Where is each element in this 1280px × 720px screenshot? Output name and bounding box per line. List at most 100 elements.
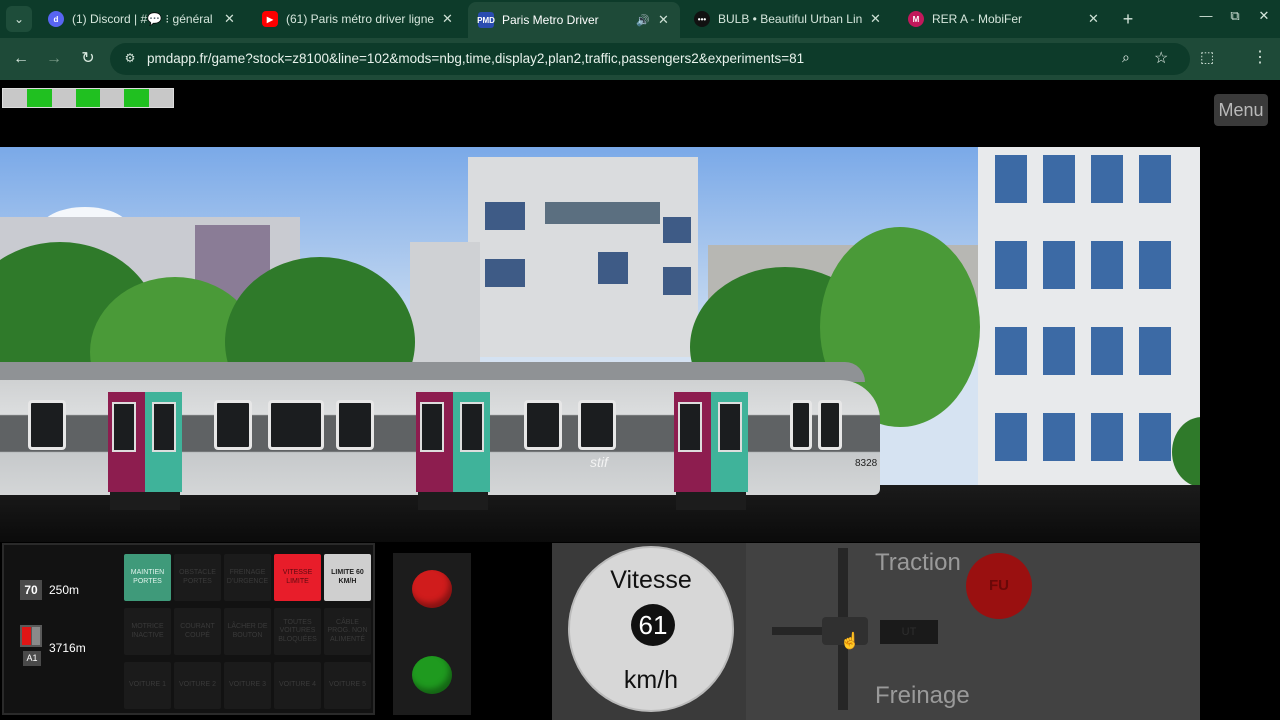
indicator-2[interactable]: OBSTACLE PORTES <box>174 554 221 601</box>
browser-toolbar: ← → ↻ ⚙ pmdapp.fr/game?stock=z8100&line=… <box>0 38 1280 80</box>
train-window <box>268 400 324 450</box>
bogie <box>418 492 488 510</box>
cab-window <box>790 400 812 450</box>
tab-title: BULB • Beautiful Urban Line B <box>718 12 862 26</box>
tab-search-icon[interactable]: ⌄ <box>6 6 32 32</box>
restore-icon[interactable]: ⧉ <box>1224 8 1246 24</box>
tab-youtube[interactable]: ▶ (61) Paris métro driver ligne 5 ✕ <box>252 4 464 34</box>
building-window <box>598 252 628 284</box>
indicator-12[interactable]: VOITURE 2 <box>174 662 221 709</box>
train-window <box>578 400 616 450</box>
indicator-4[interactable]: VITESSE LIMITE <box>274 554 321 601</box>
menu-button[interactable]: Menu <box>1214 94 1268 126</box>
train-window <box>28 400 66 450</box>
speed-limit-distance: 250m <box>49 583 80 597</box>
tab-rer-a[interactable]: M RER A - MobiFer ✕ <box>898 4 1110 34</box>
close-doors-button[interactable] <box>412 570 452 608</box>
office-window <box>1043 241 1075 289</box>
discord-icon: d <box>48 11 64 27</box>
extensions-icon[interactable]: ⬚ <box>1200 48 1214 66</box>
progress-segment <box>3 89 28 107</box>
indicator-5[interactable]: LIMITE 60 KM/H <box>324 554 371 601</box>
building-window <box>485 202 525 230</box>
office-window <box>1139 155 1171 203</box>
train-window <box>524 400 562 450</box>
open-doors-button[interactable] <box>412 656 452 694</box>
indicator-13[interactable]: VOITURE 3 <box>224 662 271 709</box>
indicator-14[interactable]: VOITURE 4 <box>274 662 321 709</box>
tab-title: (1) Discord | #💬 ⁝ général | <box>72 12 216 26</box>
indicator-1[interactable]: MAINTIEN PORTES <box>124 554 171 601</box>
indicator-10[interactable]: CÂBLE PROG. NON ALIMENTÉ <box>324 608 371 655</box>
site-settings-icon[interactable]: ⚙ <box>122 51 138 67</box>
mobifer-icon: M <box>908 11 924 27</box>
zoom-icon[interactable]: ⌕ <box>1122 49 1130 66</box>
train-window <box>214 400 252 450</box>
office-window <box>1139 327 1171 375</box>
progress-segment <box>27 89 52 107</box>
train-roof <box>0 362 865 382</box>
driver-info-panel: 70 250m A1 3716m MAINTIEN PORTES OBSTACLE… <box>2 543 375 715</box>
building-balcony <box>545 202 660 224</box>
youtube-icon: ▶ <box>262 11 278 27</box>
indicator-6[interactable]: MOTRICE INACTIVE <box>124 608 171 655</box>
close-icon[interactable]: ✕ <box>658 12 670 28</box>
building-window <box>485 259 525 287</box>
building-window <box>663 267 691 295</box>
line-progress-bar <box>2 88 174 108</box>
speaker-icon[interactable]: 🔊 <box>636 14 650 27</box>
office-window <box>995 413 1027 461</box>
address-bar[interactable]: ⚙ pmdapp.fr/game?stock=z8100&line=102&mo… <box>110 43 1190 75</box>
office-window <box>1091 327 1123 375</box>
minimize-icon[interactable]: — <box>1195 8 1217 23</box>
signal-icon <box>20 625 42 647</box>
reload-icon[interactable]: ↻ <box>77 48 99 70</box>
speed-limit-badge: 70 <box>20 580 42 600</box>
indicator-15[interactable]: VOITURE 5 <box>324 662 371 709</box>
ut-button[interactable]: UT <box>880 620 938 644</box>
forward-icon[interactable]: → <box>43 48 65 70</box>
traction-brake-controller: ☝ Traction Freinage FU UT <box>746 543 1200 720</box>
cab-door-window <box>818 400 842 450</box>
tab-title: RER A - MobiFer <box>932 12 1023 26</box>
bulb-icon: ••• <box>694 11 710 27</box>
url-text[interactable]: pmdapp.fr/game?stock=z8100&line=102&mods… <box>147 51 804 66</box>
progress-segment <box>100 89 125 107</box>
close-icon[interactable]: ✕ <box>442 11 454 27</box>
speedometer: Vitesse 61 km/h <box>568 546 734 712</box>
office-window <box>1091 155 1123 203</box>
office-window <box>1043 155 1075 203</box>
indicator-8[interactable]: LÂCHER DE BOUTON <box>224 608 271 655</box>
new-tab-icon[interactable]: + <box>1117 8 1139 30</box>
indicator-3[interactable]: FREINAGE D'URGENCE <box>224 554 271 601</box>
speed-title: Vitesse <box>610 566 692 594</box>
train-door <box>674 392 748 492</box>
emergency-brake-button[interactable]: FU <box>966 553 1032 619</box>
tab-bulb[interactable]: ••• BULB • Beautiful Urban Line B ✕ <box>684 4 892 34</box>
warning-button-grid: MAINTIEN PORTES OBSTACLE PORTES FREINAGE D… <box>124 554 376 714</box>
bookmark-star-icon[interactable]: ☆ <box>1154 48 1168 68</box>
progress-segment <box>75 89 101 107</box>
close-icon[interactable]: ✕ <box>224 11 236 27</box>
close-icon[interactable]: ✕ <box>1088 11 1100 27</box>
train-logo: stif <box>590 454 608 470</box>
office-window <box>1043 327 1075 375</box>
signal-label: A1 <box>23 651 41 666</box>
window-close-icon[interactable]: ✕ <box>1253 8 1275 24</box>
tab-title: Paris Metro Driver <box>502 13 599 27</box>
train-window <box>336 400 374 450</box>
indicator-9[interactable]: TOUTES VOITURES BLOQUÉES <box>274 608 321 655</box>
indicator-7[interactable]: COURANT COUPÉ <box>174 608 221 655</box>
close-icon[interactable]: ✕ <box>870 11 882 27</box>
browser-menu-icon[interactable]: ⋮ <box>1252 47 1268 67</box>
speed-value: 61 <box>631 604 675 646</box>
office-window <box>1091 413 1123 461</box>
tab-paris-metro-driver[interactable]: PMD Paris Metro Driver 🔊 ✕ <box>468 2 680 38</box>
back-icon[interactable]: ← <box>10 48 32 70</box>
indicator-11[interactable]: VOITURE 1 <box>124 662 171 709</box>
progress-segment <box>124 89 149 107</box>
tab-discord[interactable]: d (1) Discord | #💬 ⁝ général | ✕ <box>38 4 246 34</box>
progress-segment <box>148 89 173 107</box>
office-window <box>1043 413 1075 461</box>
traction-label: Traction <box>875 549 961 576</box>
